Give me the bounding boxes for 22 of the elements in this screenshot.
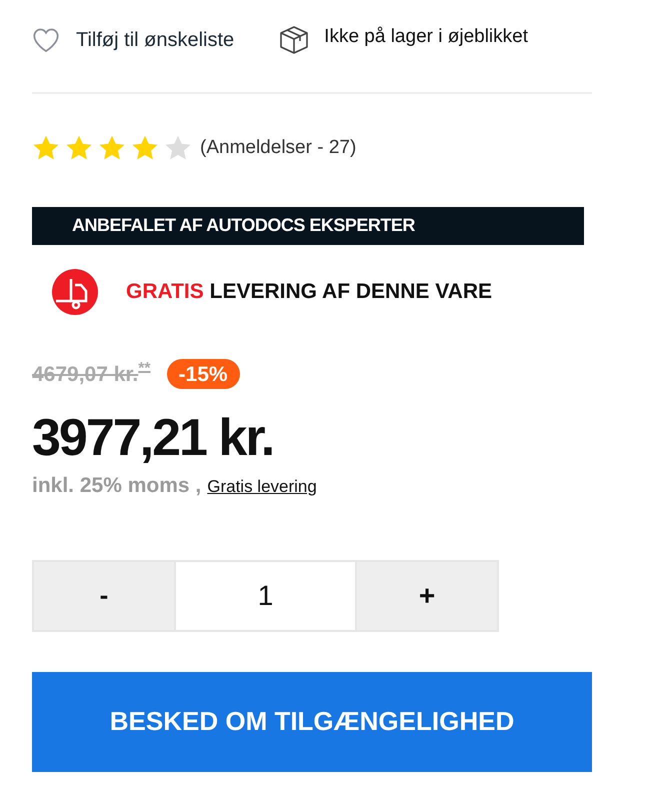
- vat-note: inkl. 25% moms ,: [32, 473, 202, 499]
- recommended-banner: ANBEFALET AF AUTODOCS EKSPERTER: [32, 206, 584, 244]
- notify-availability-button[interactable]: BESKED OM TILGÆNGELIGHED: [32, 672, 592, 772]
- increment-button[interactable]: +: [355, 560, 499, 632]
- current-price: 3977,21 kr.: [32, 408, 274, 469]
- star-icon: [98, 134, 126, 162]
- wishlist-link[interactable]: Tilføj til ønskeliste: [76, 25, 234, 55]
- star-icon: [131, 134, 159, 162]
- decrement-button[interactable]: -: [32, 560, 176, 632]
- star-icon: [32, 134, 60, 162]
- old-price: 4679,07 kr.$^{**}$: [32, 358, 151, 388]
- free-shipping-link[interactable]: Gratis levering: [207, 474, 317, 500]
- star-icon: [65, 134, 93, 162]
- free-delivery-text: GRATIS LEVERING AF DENNE VARE: [126, 278, 492, 305]
- review-count[interactable]: (Anmeldelser - 27): [200, 134, 356, 162]
- heart-icon[interactable]: [32, 27, 60, 53]
- discount-badge: -15%: [166, 359, 240, 390]
- box-icon: [278, 24, 310, 56]
- stock-status: Ikke på lager i øjeblikket: [324, 24, 528, 49]
- quantity-field[interactable]: 1: [176, 560, 355, 632]
- delivery-truck-icon: [52, 268, 98, 314]
- star-icon: [164, 134, 192, 162]
